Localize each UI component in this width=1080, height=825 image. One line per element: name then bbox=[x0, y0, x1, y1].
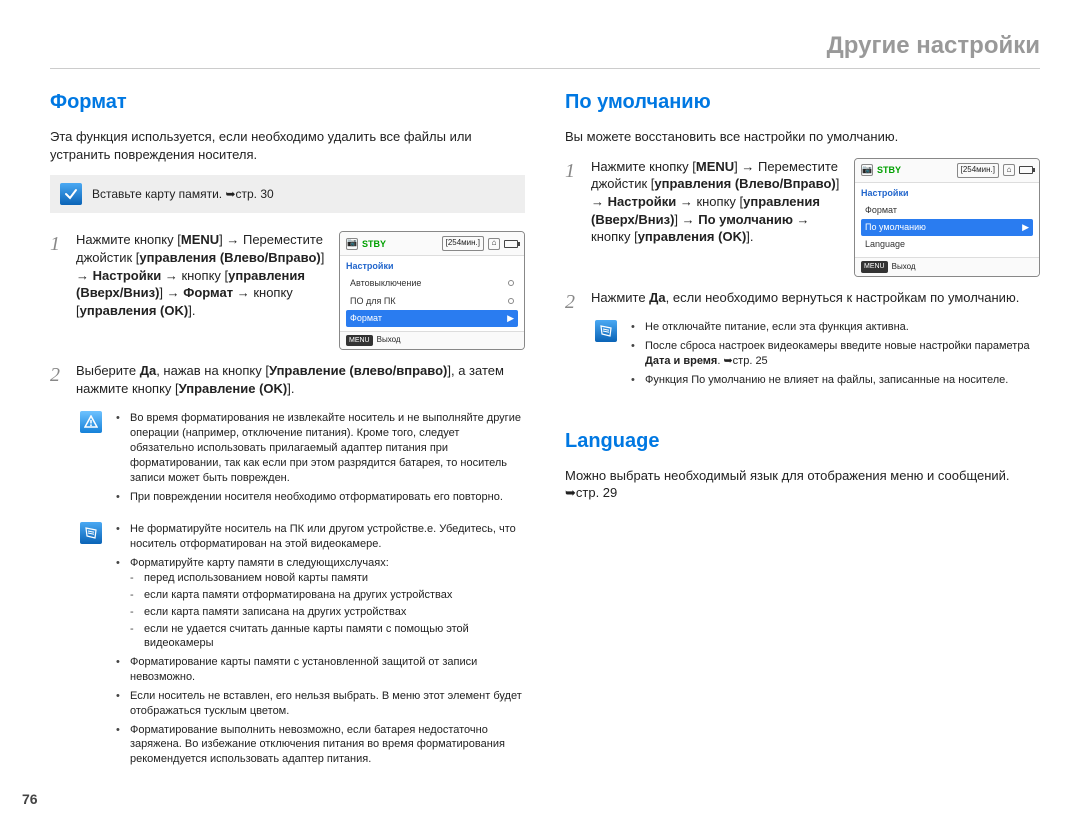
info-note: Не форматируйте носитель на ПК или друго… bbox=[116, 522, 525, 552]
menu-row[interactable]: Формат bbox=[861, 202, 1033, 219]
time-remaining: [254мин.] bbox=[957, 163, 999, 178]
mode-icon: 📷 bbox=[346, 238, 358, 250]
info-note: После сброса настроек видеокамеры введит… bbox=[631, 339, 1040, 369]
menu-title: Настройки bbox=[346, 260, 518, 272]
insert-card-note: Вставьте карту памяти. ➥стр. 30 bbox=[50, 175, 525, 213]
default-step-1: Нажмите кнопку [MENU] → Переместите джой… bbox=[591, 158, 844, 246]
info-subnote: если карта памяти отформатирована на дру… bbox=[130, 588, 525, 603]
warning-note: Во время форматирования не извлекайте но… bbox=[116, 411, 525, 485]
battery-icon bbox=[1019, 166, 1033, 174]
stby-indicator: STBY bbox=[877, 164, 953, 176]
section-default-and-language: По умолчанию Вы можете восстановить все … bbox=[565, 89, 1040, 513]
menu-row[interactable]: ПО для ПК bbox=[346, 293, 518, 310]
battery-icon bbox=[504, 240, 518, 248]
info-note: Не отключайте питание, если эта функция … bbox=[631, 320, 1040, 335]
mode-icon: 📷 bbox=[861, 164, 873, 176]
page-title: Другие настройки bbox=[50, 30, 1040, 69]
info-note: Если носитель не вставлен, его нельзя вы… bbox=[116, 689, 525, 719]
format-intro: Эта функция используется, если необходим… bbox=[50, 128, 525, 163]
info-note: Форматирование карты памяти с установлен… bbox=[116, 655, 525, 685]
display-screenshot-default: 📷 STBY [254мин.] ⌂ Настройки Формат bbox=[854, 158, 1040, 277]
info-note: Форматирование выполнить невозможно, есл… bbox=[116, 723, 525, 768]
chevron-right-icon: ▶ bbox=[507, 312, 514, 324]
menu-row[interactable]: Автовыключение bbox=[346, 275, 518, 292]
warning-note: При повреждении носителя необходимо отфо… bbox=[116, 490, 525, 505]
info-note: Функция По умолчанию не влияет на файлы,… bbox=[631, 373, 1040, 388]
memory-icon: ⌂ bbox=[1003, 164, 1015, 176]
default-step-2: Нажмите Да, если необходимо вернуться к … bbox=[565, 289, 1040, 307]
memory-icon: ⌂ bbox=[488, 238, 500, 250]
note-icon bbox=[60, 183, 82, 205]
warning-icon bbox=[80, 411, 102, 433]
insert-card-text: Вставьте карту памяти. ➥стр. 30 bbox=[92, 186, 274, 202]
default-intro: Вы можете восстановить все настройки по … bbox=[565, 128, 1040, 146]
info-subnote: если не удается считать данные карты пам… bbox=[130, 622, 525, 652]
menu-row-selected[interactable]: Формат ▶ bbox=[346, 310, 518, 327]
menu-row[interactable]: Language bbox=[861, 236, 1033, 253]
heading-language: Language bbox=[565, 428, 1040, 455]
info-note: Форматируйте карту памяти в следующихслу… bbox=[116, 556, 525, 651]
section-format: Формат Эта функция используется, если не… bbox=[50, 89, 525, 785]
menu-title: Настройки bbox=[861, 187, 1033, 199]
language-intro: Можно выбрать необходимый язык для отобр… bbox=[565, 467, 1040, 502]
footer-exit-label: Выход bbox=[377, 335, 401, 346]
page-number: 76 bbox=[22, 790, 38, 809]
heading-format: Формат bbox=[50, 89, 525, 116]
time-remaining: [254мин.] bbox=[442, 236, 484, 251]
format-step-2: Выберите Да, нажав на кнопку [Управление… bbox=[50, 362, 525, 397]
stby-indicator: STBY bbox=[362, 238, 438, 250]
heading-default: По умолчанию bbox=[565, 89, 1040, 116]
menu-row-selected[interactable]: По умолчанию ▶ bbox=[861, 219, 1033, 236]
info-icon bbox=[595, 320, 617, 342]
chevron-right-icon: ▶ bbox=[1022, 221, 1029, 233]
info-subnote: перед использованием новой карты памяти bbox=[130, 571, 525, 586]
format-step-1: Нажмите кнопку [MENU] → Переместите джой… bbox=[76, 231, 329, 319]
menu-button[interactable]: MENU bbox=[861, 261, 888, 272]
menu-button[interactable]: MENU bbox=[346, 335, 373, 346]
info-subnote: если карта памяти записана на других уст… bbox=[130, 605, 525, 620]
display-screenshot-format: 📷 STBY [254мин.] ⌂ Настройки Автовыключе… bbox=[339, 231, 525, 350]
radio-icon bbox=[508, 280, 514, 286]
footer-exit-label: Выход bbox=[892, 262, 916, 273]
info-icon bbox=[80, 522, 102, 544]
radio-icon bbox=[508, 298, 514, 304]
